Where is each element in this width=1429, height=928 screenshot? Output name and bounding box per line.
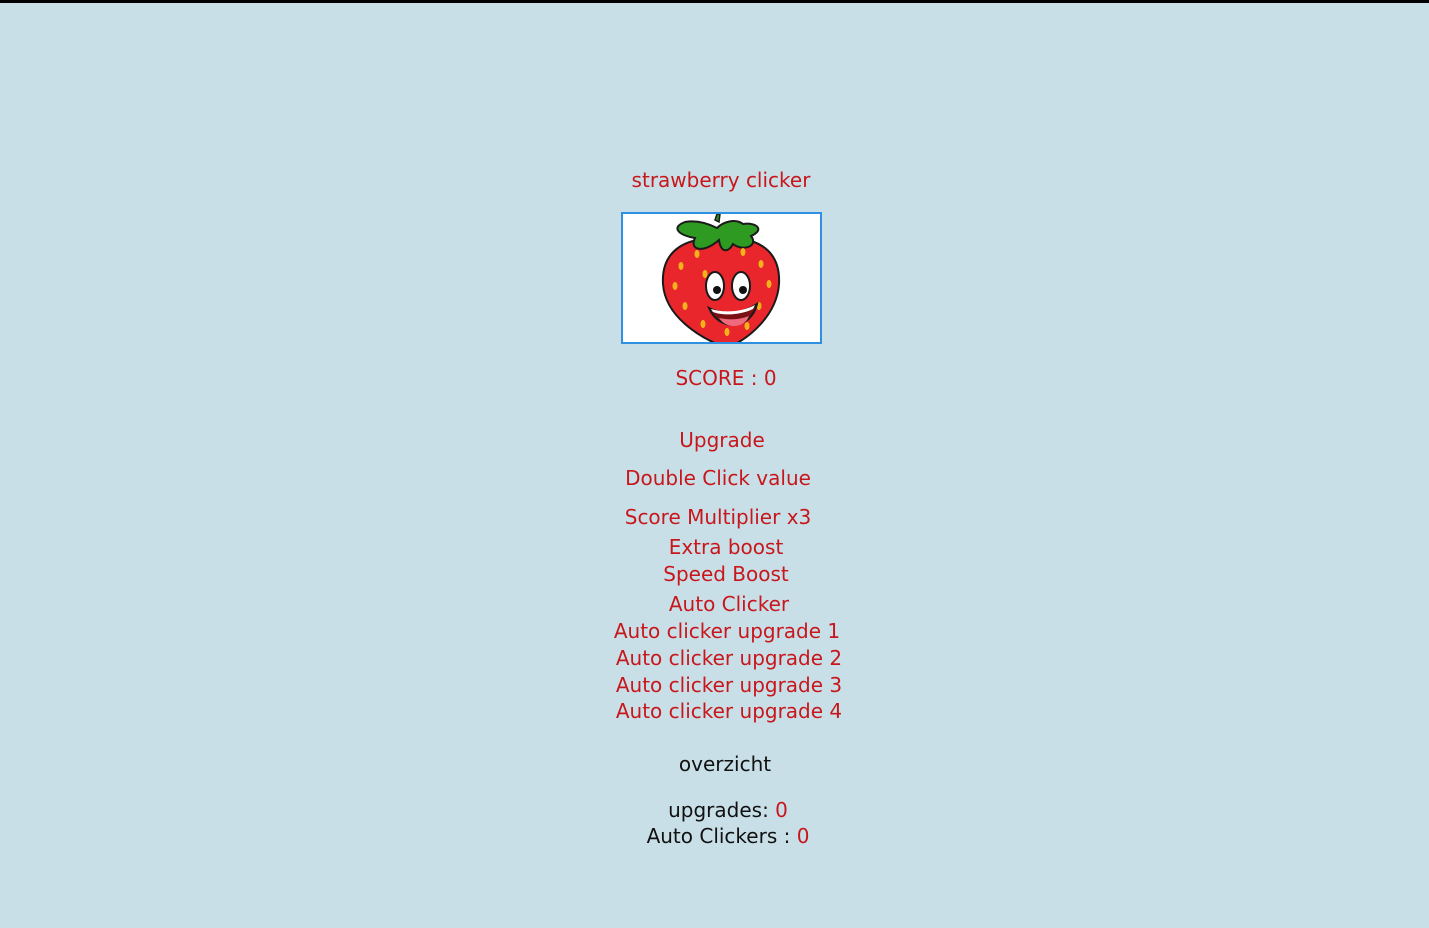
score-label: SCORE : [675, 366, 764, 390]
auto-clicker-button[interactable]: Auto Clicker [669, 592, 789, 616]
score-display: SCORE : 0 [675, 366, 776, 390]
upgrade-heading: Upgrade [679, 428, 765, 452]
auto-clickers-count: Auto Clickers : 0 [647, 824, 810, 848]
speed-boost-button[interactable]: Speed Boost [663, 562, 789, 586]
auto-clicker-upgrade-2-button[interactable]: Auto clicker upgrade 2 [616, 646, 842, 670]
auto-clicker-upgrade-3-button[interactable]: Auto clicker upgrade 3 [616, 673, 842, 697]
upgrades-count-label: upgrades: [668, 798, 776, 822]
score-multiplier-button[interactable]: Score Multiplier x3 [625, 505, 812, 529]
double-click-value-button[interactable]: Double Click value [625, 466, 811, 490]
score-value: 0 [763, 366, 777, 390]
strawberry-face-icon [661, 214, 781, 342]
auto-clickers-count-value: 0 [796, 824, 810, 848]
auto-clickers-count-label: Auto Clickers : [646, 824, 797, 848]
upgrades-count: upgrades: 0 [668, 798, 788, 822]
extra-boost-button[interactable]: Extra boost [669, 535, 784, 559]
auto-clicker-upgrade-1-button[interactable]: Auto clicker upgrade 1 [614, 619, 840, 643]
strawberry-click-target[interactable] [621, 212, 822, 344]
auto-clicker-upgrade-4-button[interactable]: Auto clicker upgrade 4 [616, 699, 842, 723]
game-title: strawberry clicker [631, 168, 811, 192]
overview-heading: overzicht [678, 752, 772, 776]
upgrades-count-value: 0 [775, 798, 788, 822]
